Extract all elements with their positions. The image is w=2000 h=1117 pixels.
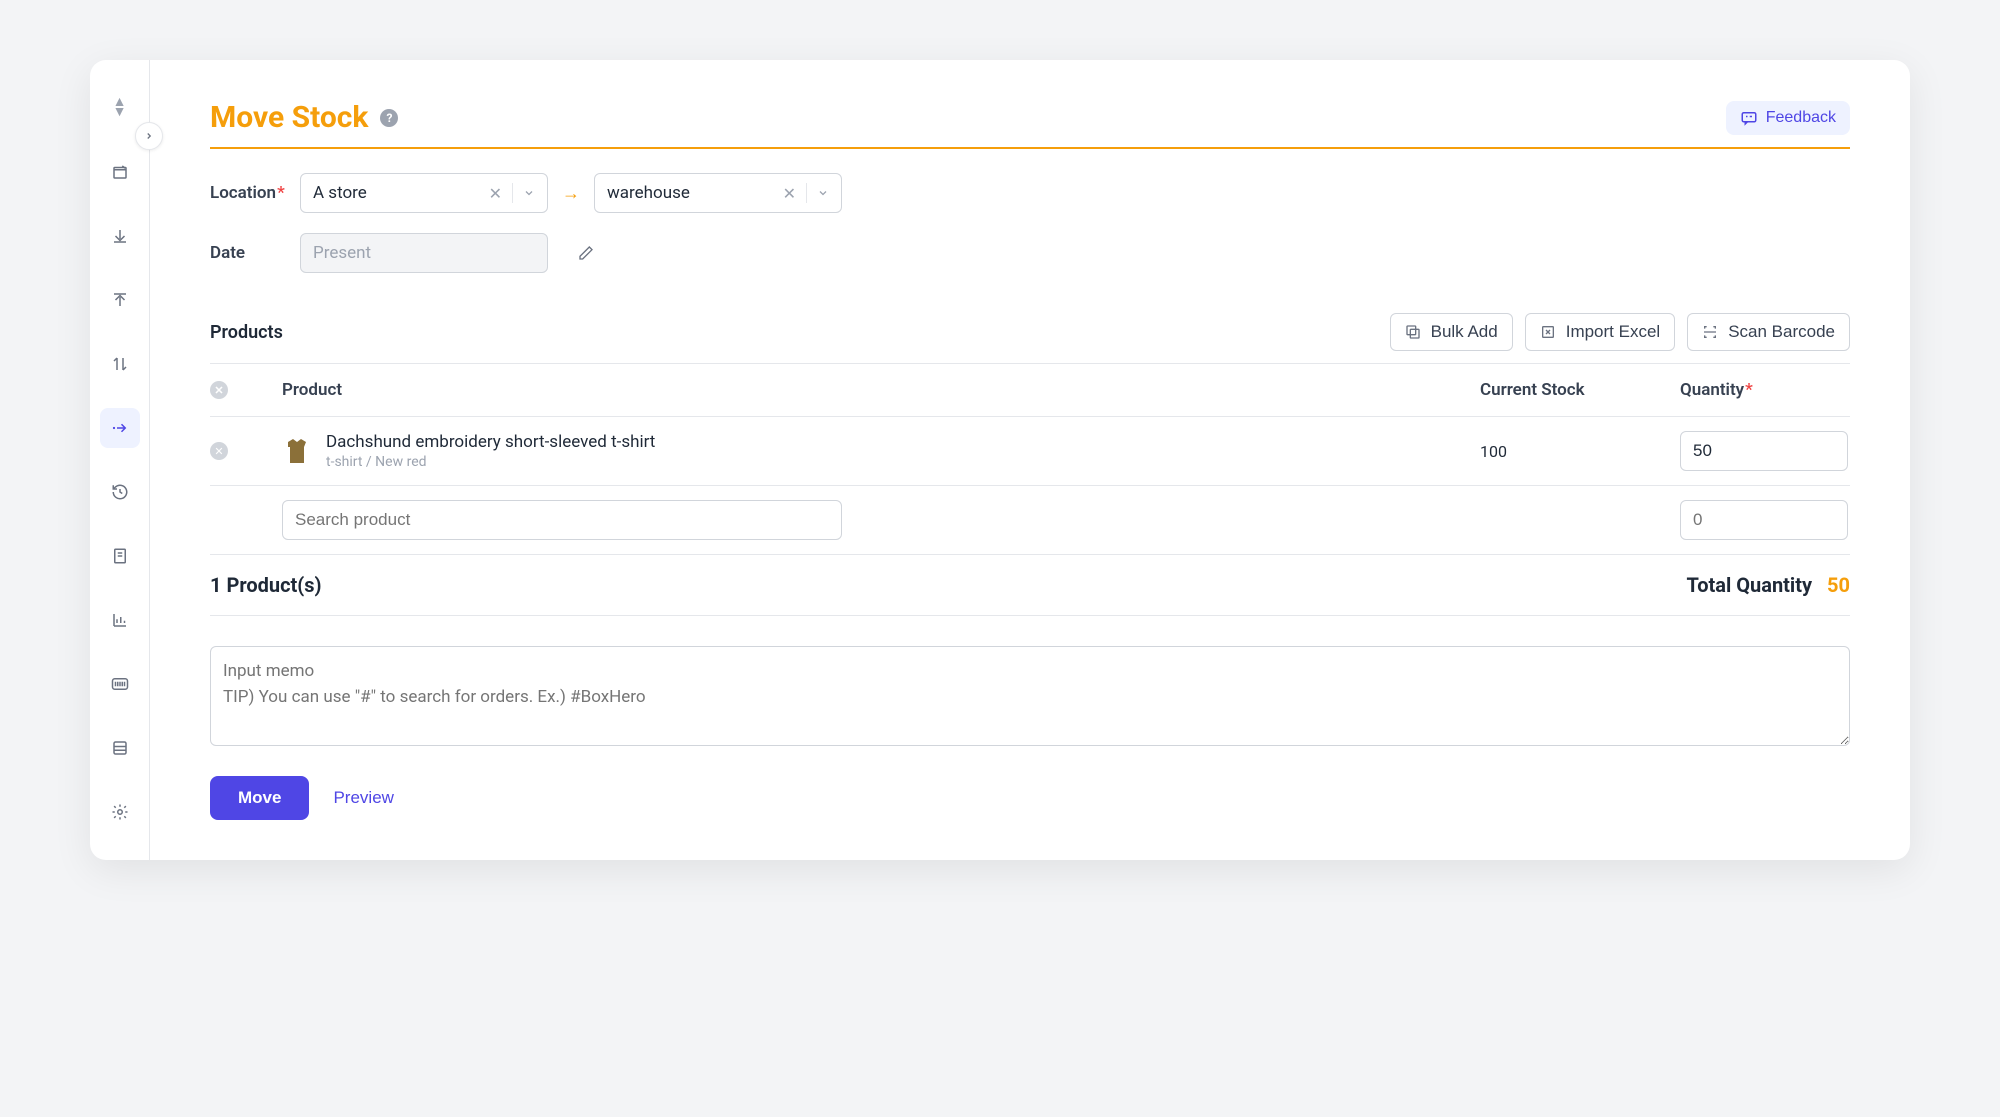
date-input[interactable]: Present [300,233,548,273]
sidebar-item-move-icon[interactable] [100,408,140,448]
edit-date-icon[interactable] [578,245,594,261]
product-thumbnail-icon [282,436,312,466]
help-icon[interactable]: ? [380,109,398,127]
sidebar: ▲▼ [90,60,150,860]
current-stock-value: 100 [1480,442,1680,461]
summary-row: 1 Product(s) Total Quantity 50 [210,555,1850,616]
sidebar-item-download-icon[interactable] [100,216,140,256]
bulk-add-button[interactable]: Bulk Add [1390,313,1513,351]
app-window: ▲▼ [90,60,1910,860]
chevron-down-icon[interactable] [512,183,535,203]
product-name: Dachshund embroidery short-sleeved t-shi… [326,432,655,452]
sidebar-item-transfer-icon[interactable] [100,344,140,384]
main-content: Move Stock ? Feedback Location* A store … [150,60,1910,860]
sidebar-expand-button[interactable] [135,122,163,150]
sidebar-item-upload-icon[interactable] [100,280,140,320]
search-product-input[interactable] [282,500,842,540]
barcode-scan-icon [1702,324,1718,340]
column-quantity: Quantity* [1680,380,1850,400]
to-location-select[interactable]: warehouse ✕ [594,173,842,213]
location-label: Location* [210,183,282,203]
remove-all-icon[interactable]: ✕ [210,381,228,399]
sidebar-item-settings-icon[interactable] [100,792,140,832]
preview-button[interactable]: Preview [333,788,393,808]
sidebar-item-barcode-icon[interactable] [100,664,140,704]
arrow-right-icon: → [562,183,580,204]
products-section-label: Products [210,322,283,343]
column-product: Product [282,380,1480,400]
sidebar-item-list-icon[interactable] [100,728,140,768]
bulk-add-icon [1405,324,1421,340]
memo-textarea[interactable] [210,646,1850,746]
column-current-stock: Current Stock [1480,380,1680,400]
from-location-select[interactable]: A store ✕ [300,173,548,213]
feedback-icon [1740,109,1758,127]
product-sub: t-shirt / New red [326,454,655,470]
sidebar-item-box-icon[interactable] [100,152,140,192]
sidebar-item-document-icon[interactable] [100,536,140,576]
quantity-input[interactable] [1680,431,1848,471]
table-header: ✕ Product Current Stock Quantity* [210,363,1850,417]
page-title: Move Stock ? [210,100,398,135]
remove-row-icon[interactable]: ✕ [210,442,228,460]
table-row: ✕ Dachshund embroidery short-sleeved t-s… [210,417,1850,486]
move-button[interactable]: Move [210,776,309,820]
title-divider [210,147,1850,149]
sidebar-item-chart-icon[interactable] [100,600,140,640]
quantity-input-empty[interactable] [1680,500,1848,540]
excel-icon [1540,324,1556,340]
scan-barcode-button[interactable]: Scan Barcode [1687,313,1850,351]
import-excel-button[interactable]: Import Excel [1525,313,1675,351]
product-count: 1 Product(s) [210,573,322,597]
clear-to-location-icon[interactable]: ✕ [783,184,796,203]
from-location-value: A store [313,183,367,203]
feedback-button[interactable]: Feedback [1726,101,1850,135]
clear-from-location-icon[interactable]: ✕ [489,184,502,203]
search-row [210,486,1850,555]
total-quantity-label: Total Quantity [1687,573,1813,597]
chevron-down-icon[interactable] [806,183,829,203]
sidebar-item-history-icon[interactable] [100,472,140,512]
sort-icon[interactable]: ▲▼ [100,88,140,128]
date-label: Date [210,243,282,263]
to-location-value: warehouse [607,183,690,203]
total-quantity-value: 50 [1827,573,1850,597]
